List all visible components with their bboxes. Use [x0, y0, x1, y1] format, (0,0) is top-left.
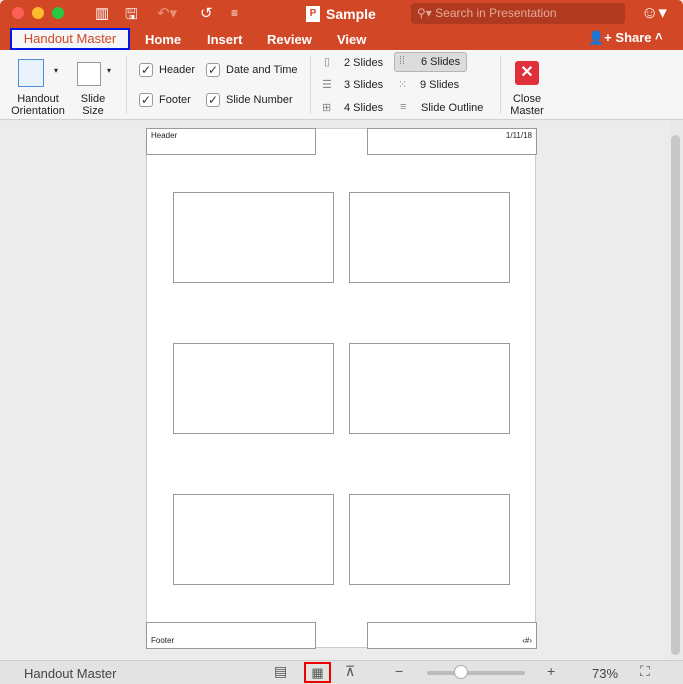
- label: Size: [82, 105, 104, 117]
- footer-placeholder[interactable]: Footer: [146, 622, 316, 649]
- tab-view[interactable]: View: [337, 32, 366, 47]
- slide-placeholder[interactable]: [173, 343, 334, 434]
- tab-handout-master[interactable]: Handout Master: [10, 28, 130, 50]
- label: 9 Slides: [420, 79, 460, 91]
- label: Handout: [17, 93, 59, 105]
- label: Slide Outline: [421, 102, 484, 114]
- slide-placeholder[interactable]: [173, 494, 334, 585]
- search-input[interactable]: ⚲▾ Search in Presentation: [411, 3, 625, 24]
- add-person-icon: 👤+: [588, 30, 612, 45]
- label: Slide Number: [226, 94, 293, 106]
- label: Master: [510, 105, 544, 117]
- redo-icon[interactable]: ↺: [200, 4, 213, 22]
- tab-review[interactable]: Review: [267, 32, 312, 47]
- label: 2 Slides: [344, 57, 384, 69]
- zoom-in-button[interactable]: +: [547, 663, 555, 679]
- label: Close: [512, 93, 542, 105]
- layout-icon: ▯: [324, 56, 331, 68]
- view-name: Handout Master: [24, 666, 117, 681]
- close-icon: ✕: [515, 61, 539, 85]
- checkbox-icon: ✓: [206, 93, 220, 107]
- label: Footer: [159, 94, 191, 106]
- layout-icon: ⁞⁞: [399, 55, 406, 67]
- layout-3-slides[interactable]: ☰ 3 Slides: [322, 77, 392, 95]
- sidebar-toggle-icon[interactable]: ▥: [95, 4, 109, 22]
- label: Date and Time: [226, 64, 298, 76]
- tab-home[interactable]: Home: [145, 32, 181, 47]
- layout-icon: ⊞: [322, 102, 332, 114]
- undo-icon[interactable]: ↶▾: [157, 4, 177, 22]
- collapse-ribbon-icon[interactable]: ˄: [655, 29, 663, 44]
- layout-9-slides[interactable]: ⁙ 9 Slides: [398, 77, 468, 95]
- zoom-level: 73%: [592, 666, 619, 681]
- divider: [126, 56, 127, 114]
- divider: [500, 56, 501, 114]
- close-master-button[interactable]: ✕ Close Master: [506, 60, 548, 118]
- label: Slide: [80, 93, 106, 105]
- zoom-slider-knob[interactable]: [454, 665, 469, 679]
- close-window-button[interactable]: [12, 7, 24, 19]
- share-button[interactable]: 👤+ Share: [588, 30, 652, 46]
- slideshow-view-icon[interactable]: ⊼: [345, 663, 355, 680]
- slide-placeholder[interactable]: [349, 494, 510, 585]
- date-placeholder[interactable]: 1/11/18: [367, 128, 537, 155]
- handout-orientation-button[interactable]: ▾ Handout Orientation: [8, 56, 68, 118]
- slide-placeholder[interactable]: [173, 192, 334, 283]
- chevron-down-icon: ▾: [107, 66, 112, 75]
- orientation-icon: [18, 59, 44, 87]
- minimize-window-button[interactable]: [32, 7, 44, 19]
- chevron-down-icon: ▾: [54, 66, 59, 75]
- label: Orientation: [11, 105, 65, 117]
- checkbox-icon: ✓: [206, 63, 220, 77]
- outline-icon: ≡: [400, 101, 407, 113]
- checkbox-icon: ✓: [139, 93, 153, 107]
- zoom-out-button[interactable]: −: [395, 663, 403, 679]
- layout-slide-outline[interactable]: ≡ Slide Outline: [400, 100, 490, 118]
- share-label: Share: [615, 30, 652, 45]
- window-title: Sample: [326, 6, 376, 22]
- label: 6 Slides: [421, 56, 461, 68]
- status-bar: Handout Master ▤ ▦ ⊼ − + 73% ⛶: [0, 660, 683, 684]
- customize-toolbar-icon[interactable]: ≡: [231, 6, 238, 20]
- save-icon[interactable]: 🖫: [125, 4, 138, 29]
- title-bar: ▥ 🖫 ↶▾ ↺ ≡ P Sample ⚲▾ Search in Present…: [0, 0, 683, 28]
- layout-2-slides[interactable]: ▯ 2 Slides: [322, 54, 392, 72]
- slide-size-button[interactable]: ▾ Slide Size: [72, 56, 116, 118]
- layout-icon: ⁙: [398, 79, 408, 91]
- layout-6-slides[interactable]: ⁞⁞ 6 Slides: [394, 52, 467, 72]
- fit-to-window-icon[interactable]: ⛶: [640, 663, 650, 680]
- label: 3 Slides: [344, 79, 384, 91]
- zoom-window-button[interactable]: [52, 7, 64, 19]
- divider: [310, 56, 311, 114]
- checkbox-icon: ✓: [139, 63, 153, 77]
- header-placeholder[interactable]: Header: [146, 128, 316, 155]
- label: Header: [159, 64, 196, 76]
- normal-view-icon[interactable]: ▤: [274, 663, 287, 680]
- powerpoint-icon: P: [306, 6, 320, 22]
- slide-size-icon: [77, 62, 101, 86]
- layout-icon: ☰: [322, 79, 332, 91]
- layout-4-slides[interactable]: ⊞ 4 Slides: [322, 100, 392, 118]
- page-number-placeholder[interactable]: ‹#›: [367, 622, 537, 649]
- label: 4 Slides: [344, 102, 384, 114]
- tab-insert[interactable]: Insert: [207, 32, 242, 47]
- search-placeholder: Search in Presentation: [435, 6, 557, 20]
- slide-sorter-view-icon[interactable]: ▦: [304, 662, 331, 683]
- vertical-scrollbar[interactable]: [671, 135, 680, 655]
- zoom-slider[interactable]: [427, 671, 525, 675]
- slide-placeholder[interactable]: [349, 192, 510, 283]
- feedback-smiley-icon[interactable]: ☺▾: [641, 3, 667, 23]
- search-icon: ⚲▾: [417, 6, 436, 20]
- slide-placeholder[interactable]: [349, 343, 510, 434]
